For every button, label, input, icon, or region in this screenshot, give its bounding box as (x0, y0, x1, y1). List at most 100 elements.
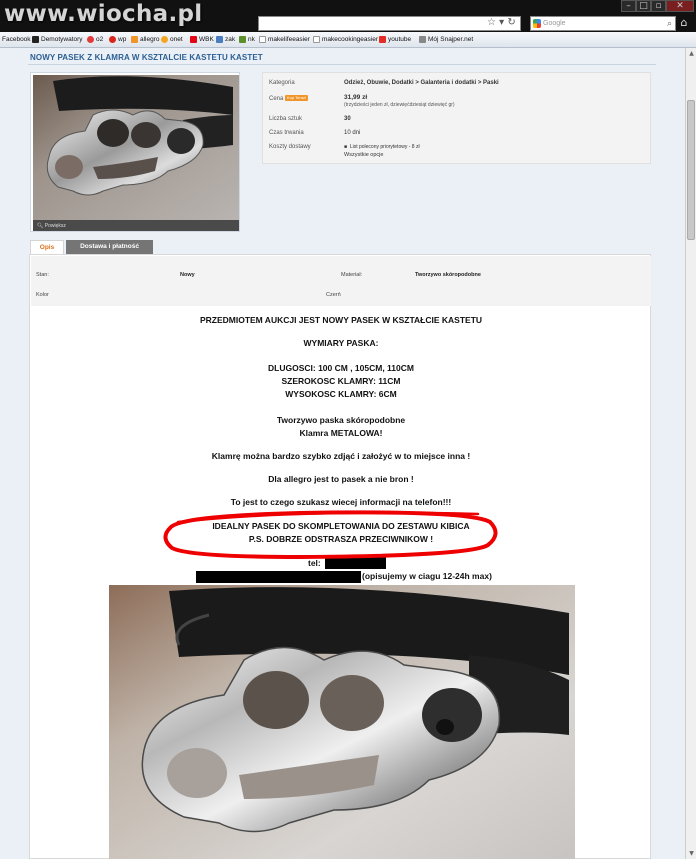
bookmarks-bar: Facebook Demotywatory o2 wp allegro onet… (0, 32, 696, 48)
nk-icon (239, 36, 246, 43)
restore-icon[interactable]: ▫ (651, 0, 666, 12)
minimize-icon[interactable]: – (621, 0, 636, 12)
buckle-width-text: SZEROKOSC KLAMRY: 11CM (281, 376, 401, 386)
bookmark-onet[interactable]: onet (161, 36, 183, 43)
bookmark-label: zak (225, 36, 236, 43)
bookmark-makecookingeasier[interactable]: makecookingeasier (313, 36, 378, 43)
buckle-height-text: WYSOKOSC KLAMRY: 6CM (285, 389, 397, 399)
reload-icon[interactable]: ☆ ▾ ↻ (487, 17, 516, 28)
description-headline: PRZEDMIOTEM AUKCJI JEST NOWY PASEK W KSZ… (199, 315, 483, 325)
wp-icon (109, 36, 116, 43)
bookmark-label: youtube (388, 36, 412, 43)
page-icon (313, 36, 320, 43)
tab-description[interactable]: Opis (30, 240, 64, 254)
zoom-label: Powiększ (44, 223, 66, 229)
offer-details: Kategoria Odzież, Obuwie, Dodatki > Gala… (262, 72, 651, 164)
bookmark-allegro[interactable]: allegro (131, 36, 160, 43)
bookmark-youtube[interactable]: youtube (379, 36, 411, 43)
bookmark-makelifeeasier[interactable]: makelifeeasier (259, 36, 310, 43)
page-title: NOWY PASEK Z KLAMRA W KSZTALCIE KASTETU … (30, 53, 263, 62)
material-text: Tworzywo paska skóropodobne (276, 415, 406, 425)
page-icon (259, 36, 266, 43)
bookmark-zak[interactable]: zak (216, 36, 235, 43)
length-text: DLUGOSCI: 100 CM , 105CM, 110CM (268, 363, 414, 373)
bookmark-label: o2 (96, 36, 104, 43)
category-label: Kategoria (269, 80, 295, 86)
quantity-value: 30 (344, 116, 351, 122)
bookmark-label: onet (170, 36, 183, 43)
dimensions-heading: WYMIARY PASKA: (303, 338, 379, 348)
redacted-contact (196, 571, 361, 583)
shipping-value: List polecony priorytetowy - 8 zł (349, 144, 420, 150)
close-icon[interactable]: ✕ (666, 0, 694, 12)
bookmark-label: WBK (199, 36, 214, 43)
tab-delivery-payment[interactable]: Dostawa i płatność (66, 240, 153, 254)
item-parameters: Stan: Nowy Materiał: Tworzywo skóropodob… (31, 256, 651, 306)
google-icon (533, 19, 541, 28)
zoom-icon: 🔍︎ (37, 223, 45, 229)
product-large-photo (109, 585, 575, 859)
redacted-phone (325, 557, 386, 569)
shipping-label: Koszty dostawy (269, 144, 311, 150)
all-shipping-options-link[interactable]: Wszystkie opcje (344, 152, 383, 158)
material-value: Tworzywo skóropodobne (415, 272, 481, 278)
browser-toolbar: www.wiocha.pl – □ ▫ ✕ ⌂ ☆ ▾ ↻ Google ⌕ (0, 0, 696, 32)
product-photo[interactable]: 🔍︎ Powiększ (30, 72, 240, 232)
home-icon[interactable]: ⌂ (678, 17, 690, 29)
bookmark-wp[interactable]: wp (109, 36, 126, 43)
demotywatory-icon (32, 36, 39, 43)
youtube-icon (379, 36, 386, 43)
search-icon[interactable]: ⌕ (667, 18, 672, 29)
wbk-icon (190, 36, 197, 43)
bookmark-label: nk (248, 36, 255, 43)
bookmark-facebook[interactable]: Facebook (2, 36, 31, 43)
address-bar[interactable] (258, 16, 521, 31)
bookmark-label: makecookingeasier (322, 36, 379, 43)
allegro-note-text: Dla allegro jest to pasek a nie bron ! (268, 474, 414, 484)
price-value: 31,99 zł (344, 94, 368, 101)
bookmark-nk[interactable]: nk (239, 36, 255, 43)
phone-info-text: To jest to czego szukasz wiecej informac… (230, 497, 452, 507)
scroll-thumb[interactable] (687, 100, 695, 240)
search-placeholder: Google (543, 20, 566, 27)
price-label: Cena (269, 96, 284, 102)
buy-now-badge: Kup Teraz! (285, 95, 309, 101)
belt-buckle-photo (33, 75, 239, 220)
bookmark-label: makelifeeasier (268, 36, 310, 43)
fan-kit-text: IDEALNY PASEK DO SKOMPLETOWANIA DO ZESTA… (212, 521, 470, 531)
color-value: Czerń (326, 292, 341, 298)
reply-time-note: (opisujemy w ciagu 12-24h max) (362, 571, 492, 581)
price-in-words: (trzydzieści jeden zł, dziewięćdziesiąt … (344, 102, 455, 108)
title-divider (28, 64, 656, 65)
scroll-up-icon[interactable]: ▲ (687, 49, 696, 58)
zoom-bar[interactable]: 🔍︎ Powiększ (33, 220, 239, 231)
bookmark-demotywatory[interactable]: Demotywatory (32, 36, 83, 43)
bookmark-snajper[interactable]: Mój Snajper.net (419, 36, 473, 43)
search-input[interactable]: Google ⌕ (530, 16, 676, 31)
description-panel: Stan: Nowy Materiał: Tworzywo skóropodob… (29, 254, 651, 859)
onet-icon (161, 36, 168, 43)
zak-icon (216, 36, 223, 43)
snajper-icon (419, 36, 426, 43)
material-label: Materiał: (341, 272, 363, 278)
buckle-metal-text: Klamra METALOWA! (299, 428, 383, 438)
condition-value: Nowy (180, 272, 195, 278)
scroll-down-icon[interactable]: ▼ (687, 849, 696, 858)
allegro-icon (131, 36, 138, 43)
belt-buckle-large-photo (109, 585, 575, 859)
watermark: www.wiocha.pl (4, 1, 203, 27)
category-value[interactable]: Odzież, Obuwie, Dodatki > Galanteria i d… (344, 80, 499, 86)
ps-text: P.S. DOBRZE ODSTRASZA PRZECIWNIKOW ! (248, 534, 434, 544)
bookmark-wbk[interactable]: WBK (190, 36, 214, 43)
bookmark-label: Facebook (2, 36, 31, 43)
shipping-option: ■ List polecony priorytetowy - 8 zł (344, 144, 420, 150)
duration-label: Czas trwania (269, 130, 304, 136)
maximize-icon[interactable]: □ (636, 0, 651, 12)
bookmark-o2[interactable]: o2 (87, 36, 103, 43)
bookmark-label: Demotywatory (41, 36, 83, 43)
removable-buckle-text: Klamrę można bardzo szybko zdjąć i założ… (211, 451, 471, 461)
phone-label: tel: (308, 558, 321, 568)
bookmark-label: allegro (140, 36, 160, 43)
scrollbar[interactable]: ▲ ▼ (685, 48, 696, 859)
duration-value: 10 dni (344, 130, 361, 136)
